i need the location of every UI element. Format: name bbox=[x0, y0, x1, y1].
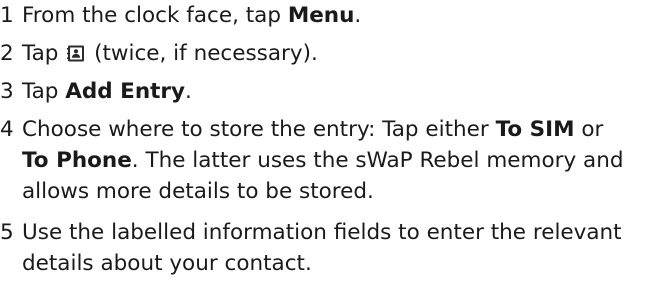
step-text: . The latter uses the sWaP Rebel memory … bbox=[131, 148, 624, 173]
step-text: Tap bbox=[22, 41, 59, 66]
step-1: 1 From the clock face, tap Menu. bbox=[0, 0, 361, 31]
step-text: Use the labelled information fields to e… bbox=[22, 220, 622, 245]
step-number: 3 bbox=[0, 79, 14, 104]
add-entry-keyword: Add Entry bbox=[65, 79, 186, 104]
step-4: 4 Choose where to store the entry: Tap ei… bbox=[0, 114, 623, 207]
to-sim-keyword: To SIM bbox=[495, 117, 575, 142]
step-number: 1 bbox=[0, 3, 14, 28]
step-text: Tap bbox=[22, 79, 66, 104]
step-text-end: . bbox=[354, 3, 362, 28]
step-number: 4 bbox=[0, 117, 14, 142]
step-text-end: (twice, if necessary). bbox=[94, 41, 318, 66]
step-text: From the clock face, tap bbox=[22, 3, 288, 28]
step-3: 3 Tap Add Entry. bbox=[0, 76, 192, 107]
step-number: 2 bbox=[0, 41, 14, 66]
step-text: details about your contact. bbox=[22, 251, 312, 276]
contacts-icon bbox=[67, 41, 85, 62]
step-text: or bbox=[574, 117, 604, 142]
menu-keyword: Menu bbox=[287, 3, 355, 28]
step-number: 5 bbox=[0, 220, 14, 245]
step-2: 2 Tap (twice, if necessary). bbox=[0, 38, 318, 69]
step-5: 5 Use the labelled information fields to … bbox=[0, 217, 622, 279]
step-text: Choose where to store the entry: Tap eit… bbox=[22, 117, 496, 142]
step-text: allows more details to be stored. bbox=[22, 179, 374, 204]
step-text-end: . bbox=[185, 79, 192, 104]
to-phone-keyword: To Phone bbox=[22, 148, 132, 173]
instruction-steps: 1 From the clock face, tap Menu. 2 Tap (tw… bbox=[0, 0, 667, 289]
